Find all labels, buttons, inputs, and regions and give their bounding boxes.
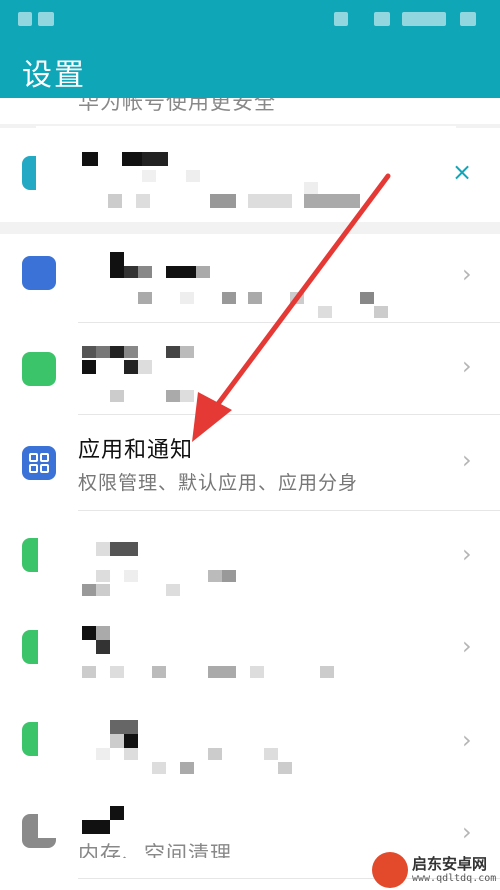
watermark: 启东安卓网 www.qdltdq.com <box>372 852 500 890</box>
watermark-url: www.qdltdq.com <box>412 873 497 884</box>
watermark-name: 启东安卓网 <box>412 855 488 873</box>
watermark-logo-icon <box>372 852 408 888</box>
annotation-arrow <box>192 173 391 442</box>
